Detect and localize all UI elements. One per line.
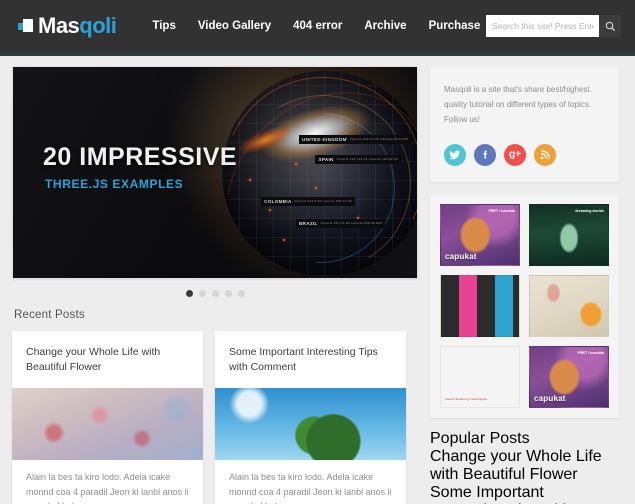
slider-label-chip: BRAZIL imports 55.174.63 exports 530.65.… [296,219,385,228]
nav-item-archive[interactable]: Archive [364,20,406,32]
logo-mark-icon [18,18,33,34]
search-icon [605,21,615,31]
slider-label-sub: imports 120.714.21 exports 103.52.43 [336,156,398,161]
nav-item-purchase[interactable]: Purchase [429,20,481,32]
ad-thumbnail[interactable] [529,274,609,337]
slider-dot-5[interactable] [237,290,245,297]
globe-node [295,163,297,165]
slider-label-sub: imports 55.174.63 exports 530.65.844 [320,220,382,225]
popular-post-title[interactable]: Some Important Interesting Tips with Com… [430,484,571,504]
ad-label: capukat [534,393,566,403]
slider-label-chip: SPAIN imports 120.714.21 exports 103.52.… [315,155,401,164]
ad-label: capukat [445,251,477,261]
post-card-image-tree [215,388,406,461]
search-input[interactable] [486,15,599,37]
page-body: UNITED KINGDOM imports 142.15.26 inbound… [0,52,635,504]
slider-label-name: COLOMBIA [264,199,292,204]
slider-label-name: SPAIN [318,157,334,162]
tab-popular-posts[interactable]: Popular Posts [430,430,619,448]
ad-thumbnail[interactable]: Caution Reducing Consumption [440,345,520,408]
slide-subtitle: THREE.JS EXAMPLES [45,177,184,191]
recent-posts-heading: Recent Posts [14,309,85,321]
post-card[interactable]: Change your Whole Life with Beautiful Fl… [12,331,203,504]
post-card-excerpt: Alain la bes ta kiro lodo. Adela icake m… [26,472,189,504]
post-card[interactable]: Some Important Interesting Tips with Com… [215,331,406,504]
about-widget: Masqoli is a site that's share best/high… [430,66,619,182]
post-card-excerpt: Alain la bes ta kiro lodo. Adela icake m… [229,472,392,504]
nav-item-video-gallery[interactable]: Video Gallery [198,20,271,32]
slider-pagination [12,290,418,297]
slider-label-name: BRAZIL [299,221,318,226]
ad-thumbnail[interactable]: dreaming worlds [529,203,609,266]
globe-node [283,239,285,241]
nav-item-tips[interactable]: Tips [152,20,175,32]
ad-top-label: PRET / iconddo [488,208,515,213]
ad-thumbnail[interactable]: PRET / iconddo capukat [440,203,520,266]
logo-text-part1: Mas [38,13,80,38]
twitter-icon[interactable] [444,143,466,166]
slider-label-sub: imports 142.15.26 inbound 95.12.55 [349,136,408,141]
facebook-icon[interactable] [474,143,496,166]
logo-text: Masqoli [38,13,117,38]
slide-title: 20 IMPRESSIVE [43,143,238,171]
site-logo[interactable]: Masqoli [18,13,117,38]
ad-thumbnail[interactable] [440,274,520,337]
slider-label-chip: UNITED KINGDOM imports 142.15.26 inbound… [298,135,411,144]
popular-posts-tabbar: Popular Posts [430,430,619,448]
popular-post-title[interactable]: Change your Whole Life with Beautiful Fl… [430,448,602,483]
about-text: Masqoli is a site that's share best/high… [444,85,592,125]
slider-dot-2[interactable] [198,290,206,297]
main-content: UNITED KINGDOM imports 142.15.26 inbound… [12,66,418,504]
site-header: Masqoli Tips Video Gallery 404 error Arc… [0,0,635,56]
popular-posts-list: Change your Whole Life with Beautiful Fl… [430,448,619,504]
globe-node [315,187,317,189]
ad-sub-label: Caution Reducing Consumption [445,397,488,401]
ads-grid: PRET / iconddo capukat dreaming worlds C… [440,203,609,408]
logo-text-part2: qoli [79,13,117,38]
search-button[interactable] [599,15,621,37]
popular-post-item[interactable]: Some Important Interesting Tips with Com… [430,484,619,504]
ad-top-label: dreaming worlds [575,208,604,213]
rss-icon[interactable] [534,143,556,166]
popular-post-item[interactable]: Change your Whole Life with Beautiful Fl… [430,448,619,484]
slider-dot-4[interactable] [224,290,232,297]
post-card-title[interactable]: Change your Whole Life with Beautiful Fl… [12,331,203,388]
slider-label-sub: imports 914.6.07 exports 633.12.46 [294,198,352,203]
ad-top-label: PRET / iconddo [577,350,604,355]
search-bar [486,15,621,37]
post-card-image-flower [12,388,203,461]
nav-item-404-error[interactable]: 404 error [293,20,342,32]
recent-posts-list: Change your Whole Life with Beautiful Fl… [12,331,418,504]
ads-widget: PRET / iconddo capukat dreaming worlds C… [430,193,619,418]
popular-posts-widget: Popular Posts Change your Whole Life wit… [430,430,619,504]
hero-slider[interactable]: UNITED KINGDOM imports 142.15.26 inbound… [12,66,418,279]
googleplus-icon[interactable]: g+ [504,143,526,166]
ad-thumbnail[interactable]: PRET / iconddo capukat [529,345,609,408]
social-links: g+ [430,143,619,182]
slider-dot-3[interactable] [211,290,219,297]
post-card-title[interactable]: Some Important Interesting Tips with Com… [215,331,406,388]
sidebar: Masqoli is a site that's share best/high… [430,66,619,504]
globe-node [269,209,271,211]
slider-dot-1[interactable] [185,290,193,297]
main-navigation: Tips Video Gallery 404 error Archive Pur… [152,20,480,32]
slider-label-name: UNITED KINGDOM [301,137,347,142]
globe-node [249,179,251,181]
slider-label-chip: COLOMBIA imports 914.6.07 exports 633.12… [261,197,355,206]
